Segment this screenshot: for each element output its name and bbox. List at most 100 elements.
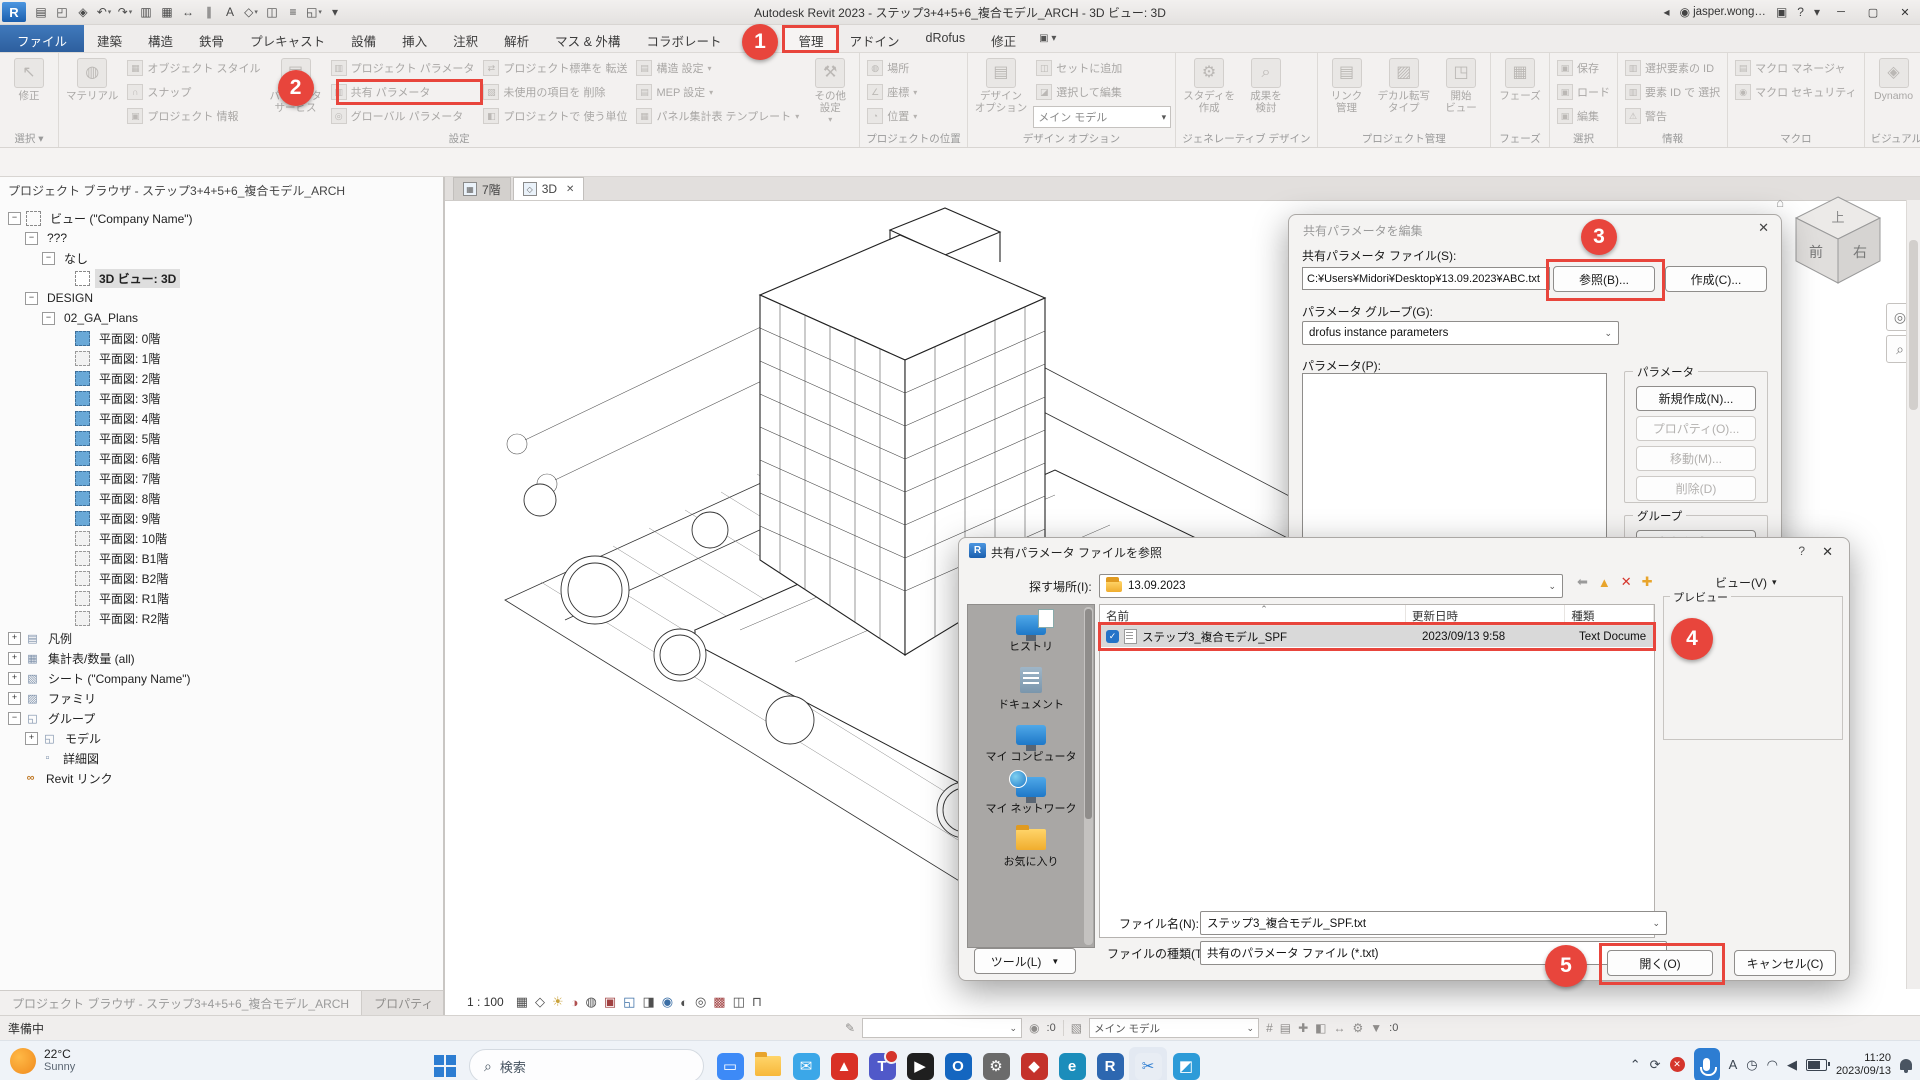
red-app-2-icon[interactable]: ◆ (1015, 1047, 1053, 1080)
save-icon[interactable]: ◈ (73, 3, 93, 21)
shared-parameters-button[interactable]: ▥共有 パラメータ (328, 80, 478, 104)
warnings-button[interactable]: ⚠警告 (1622, 104, 1723, 128)
explore-outcomes-button[interactable]: ⌕成果を検討 (1241, 56, 1291, 115)
document-icon[interactable]: ▤ (31, 3, 51, 21)
worksets-icon[interactable]: ✎ (845, 1021, 855, 1035)
export-pdf-icon[interactable]: ▦ (157, 3, 177, 21)
tab-annotate[interactable]: 注釈 (440, 25, 491, 52)
wifi-icon[interactable]: ◠ (1767, 1057, 1778, 1073)
transfer-project-standards-button[interactable]: ⇄プロジェクト標準を 転送 (480, 56, 630, 80)
revit-menu[interactable]: R (2, 2, 26, 22)
tree-item[interactable]: −DESIGN (0, 288, 443, 308)
mail-icon[interactable]: ✉ (787, 1047, 825, 1080)
tree-item[interactable]: ∞Revit リンク (0, 768, 443, 788)
close-icon[interactable]: ✕ (566, 184, 574, 195)
text-icon[interactable]: A (220, 3, 240, 21)
section-icon[interactable]: ◫ (262, 3, 282, 21)
thin-lines-icon[interactable]: ≡ (283, 3, 303, 21)
unlock-view-icon[interactable]: ◨ (642, 994, 654, 1010)
create-button[interactable]: 作成(C)... (1665, 266, 1767, 292)
tab-architecture[interactable]: 建築 (84, 25, 135, 52)
tree-item[interactable]: +▨ファミリ (0, 688, 443, 708)
expand-icon[interactable]: + (8, 672, 21, 685)
expand-icon[interactable]: + (25, 732, 38, 745)
show-crop-region-icon[interactable]: ◱ (623, 994, 635, 1010)
ribbon-display-toggle[interactable]: ▣ ▾ (1029, 33, 1066, 44)
parameter-group-select[interactable]: drofus instance parameters⌄ (1302, 321, 1619, 345)
measure-icon[interactable]: ↔ (178, 3, 198, 21)
column-header-1[interactable]: 更新日時 (1406, 605, 1565, 625)
view-tab-3d[interactable]: ◇3D✕ (513, 177, 585, 200)
visual-style-icon[interactable]: ◇ (535, 994, 545, 1010)
tab-drofus[interactable]: dRofus (913, 25, 979, 52)
tree-item[interactable]: 平面図: 7階 (0, 468, 443, 488)
column-header-0[interactable]: 名前⌃ (1100, 605, 1406, 625)
create-study-button[interactable]: ⚙スタディを作成 (1180, 56, 1238, 115)
macro-security-button[interactable]: ◉マクロ セキュリティ (1732, 80, 1859, 104)
project-units-button[interactable]: ◧プロジェクトで 使う単位 (480, 104, 630, 128)
shared-parameter-file-input[interactable]: C:¥Users¥Midori¥Desktop¥13.09.2023¥ABC.t… (1302, 267, 1550, 290)
file-explorer-icon[interactable] (749, 1047, 787, 1080)
redo-icon[interactable]: ↷▾ (115, 3, 135, 21)
reveal-hidden-elements-icon[interactable]: ◉ (662, 994, 673, 1010)
global-parameters-button[interactable]: ◎グローバル パラメータ (328, 104, 478, 128)
tab-file[interactable]: ファイル (0, 25, 84, 52)
collapse-icon[interactable]: − (42, 312, 55, 325)
active-design-option-select[interactable]: メイン モデル⌄ (1089, 1018, 1259, 1038)
tree-item[interactable]: −ビュー ("Company Name") (0, 208, 443, 228)
cancel-button[interactable]: キャンセル(C) (1734, 950, 1836, 976)
close-icon[interactable]: ✕ (1758, 220, 1769, 236)
maximize-button[interactable]: ▢ (1862, 6, 1884, 19)
tree-item[interactable]: +▦集計表/数量 (all) (0, 648, 443, 668)
parameters-service-button[interactable]: ▤パラメータサービス2 (266, 56, 324, 115)
chat-icon[interactable]: ▭ (711, 1047, 749, 1080)
notifications-icon[interactable] (1900, 1059, 1912, 1070)
ime-mode-icon[interactable]: A (1729, 1057, 1738, 1072)
home-icon[interactable]: ⌂ (1776, 195, 1784, 210)
collapse-icon[interactable]: ◂ (1664, 5, 1670, 19)
print-icon[interactable]: ▥ (136, 3, 156, 21)
analytical-model-icon[interactable]: ◫ (733, 994, 745, 1010)
temporary-view-properties-icon[interactable]: ◎ (695, 994, 706, 1010)
render-icon[interactable]: ◍ (586, 994, 597, 1010)
microphone-button[interactable] (1694, 1048, 1720, 1080)
photos-icon[interactable]: ◩ (1167, 1047, 1205, 1080)
add-to-set-button[interactable]: ◫セットに追加 (1033, 56, 1171, 80)
select-underlay-icon[interactable]: ▤ (1280, 1021, 1291, 1035)
edit-selection-button[interactable]: ▣編集 (1554, 104, 1613, 128)
settings-icon[interactable]: ⚙ (977, 1047, 1015, 1080)
canvas-scrollbar[interactable] (1906, 200, 1920, 989)
red-app-icon[interactable]: ▲ (825, 1047, 863, 1080)
object-styles-button[interactable]: ▦オブジェクト スタイル (124, 56, 263, 80)
tree-item[interactable]: +▧シート ("Company Name") (0, 668, 443, 688)
outlook-icon[interactable]: O (939, 1047, 977, 1080)
decal-types-button[interactable]: ▨デカル転写タイプ (1375, 56, 1434, 115)
temporary-hide-isolate-icon[interactable]: ◐ (680, 995, 688, 1010)
onedrive-error-icon[interactable]: ✕ (1670, 1057, 1685, 1072)
tab-steel[interactable]: 鉄骨 (186, 25, 237, 52)
panel-schedule-templates-button[interactable]: ▦パネル集計表 テンプレート▾ (633, 104, 802, 128)
edge-icon[interactable]: e (1053, 1047, 1091, 1080)
tree-item[interactable]: 平面図: 1階 (0, 348, 443, 368)
tree-item[interactable]: 平面図: 10階 (0, 528, 443, 548)
project-information-button[interactable]: ▣プロジェクト 情報 (124, 104, 263, 128)
materials-button[interactable]: ◍マテリアル (63, 56, 121, 103)
tools-button[interactable]: ツール(L)▼ (974, 948, 1076, 974)
delete-icon[interactable]: ✕ (1621, 574, 1632, 590)
tree-item[interactable]: ▫詳細図 (0, 748, 443, 768)
background-processes-icon[interactable]: ⚙ (1353, 1021, 1364, 1035)
new-folder-icon[interactable]: ✚ (1642, 574, 1653, 590)
customize-qat-icon[interactable]: ▾ (325, 3, 345, 21)
load-selection-button[interactable]: ▣ロード (1554, 80, 1613, 104)
file-row[interactable]: ✓ ステップ3_複合モデル_SPF 2023/09/13 9:58 Text D… (1100, 626, 1654, 647)
tree-item[interactable]: +◱モデル (0, 728, 443, 748)
tray-sync-icon[interactable]: ⟳ (1650, 1057, 1661, 1073)
worksharing-display-icon[interactable]: ▩ (713, 994, 725, 1010)
tab-modify[interactable]: 修正 (978, 25, 1029, 52)
location-button[interactable]: ◍場所 (864, 56, 920, 80)
alarms-icon[interactable]: ◷ (1746, 1057, 1757, 1073)
collapse-icon[interactable]: − (8, 212, 21, 225)
dynamo-button[interactable]: ◈Dynamo (1869, 56, 1919, 103)
starting-view-button[interactable]: ◳開始ビュー (1436, 56, 1486, 115)
help-icon[interactable]: ? (1798, 544, 1805, 558)
